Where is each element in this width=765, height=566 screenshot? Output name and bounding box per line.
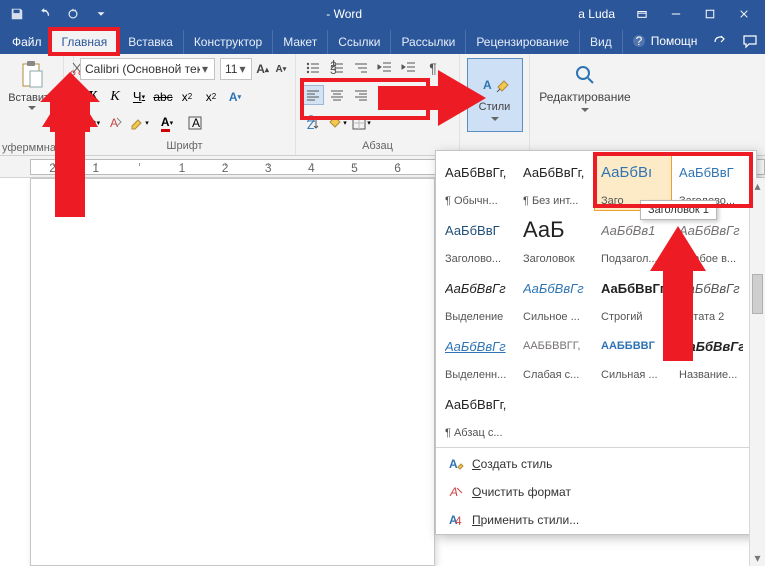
scroll-thumb[interactable] [752, 274, 763, 314]
style-swatch[interactable]: ААББВВГСильная ... [594, 327, 672, 385]
group-clipboard: Вставить [0, 54, 64, 155]
scroll-up-icon[interactable]: ▴ [750, 178, 765, 194]
qat-more-icon[interactable] [88, 2, 114, 26]
style-swatch[interactable]: ААББВВГГ,Слабая с... [516, 327, 594, 385]
style-swatch[interactable]: АаБбВвГг,¶ Без инт... [516, 153, 594, 211]
svg-text:A: A [483, 78, 492, 92]
inc-indent-icon[interactable] [398, 58, 420, 78]
font-color-icon[interactable]: A ▾ [152, 113, 182, 133]
tab-file[interactable]: Файл [2, 30, 52, 54]
italic-icon[interactable]: К [104, 87, 126, 107]
borders-icon[interactable]: ▾ [350, 113, 372, 133]
svg-text:A: A [192, 116, 200, 130]
style-swatch[interactable]: АаБЗаголовок [516, 211, 594, 269]
editing-button[interactable]: Редактирование [537, 58, 632, 118]
group-clip-side [64, 54, 74, 155]
style-swatch[interactable]: АаБбВвГгНазвание... [672, 327, 750, 385]
styles-button[interactable]: A Стили [467, 58, 523, 132]
shrink-font-icon[interactable]: A▾ [273, 59, 289, 79]
svg-text:Z: Z [307, 118, 314, 131]
style-swatch[interactable]: АаБбВвГгЦитата 2 [672, 269, 750, 327]
tab-mailings[interactable]: Рассылки [391, 30, 466, 54]
undo-icon[interactable] [32, 2, 58, 26]
group-paragraph: 123 ¶ AZ ▾ ▾ Абзац [296, 54, 460, 155]
text-effects-icon[interactable]: A▾ [224, 87, 246, 107]
grow-font-icon[interactable]: A▴ [254, 59, 270, 79]
tab-insert[interactable]: Вставка [118, 30, 184, 54]
style-swatch[interactable]: АаБбВвГгСтрогий [594, 269, 672, 327]
comments-icon[interactable] [735, 28, 765, 54]
para-group-label: Абзац [302, 140, 453, 153]
user-name[interactable]: a Luda [574, 7, 625, 21]
ribbon-options-icon[interactable] [625, 0, 659, 28]
ribbon-tabs: Файл Главная Вставка Конструктор Макет С… [0, 28, 765, 54]
svg-text:A: A [449, 485, 458, 499]
svg-text:A: A [110, 116, 118, 130]
highlight-icon[interactable]: ▾ [128, 113, 150, 133]
multilevel-icon[interactable] [350, 58, 372, 78]
tab-design[interactable]: Конструктор [184, 30, 273, 54]
show-marks-icon[interactable]: ¶ [422, 58, 444, 78]
group-editing: Редактирование [530, 54, 640, 155]
tab-layout[interactable]: Макет [273, 30, 328, 54]
group-styles: A Стили [460, 54, 530, 155]
style-swatch[interactable]: АаБбВвГг,¶ Абзац с... [438, 385, 516, 443]
tab-review[interactable]: Рецензирование [466, 30, 580, 54]
scroll-down-icon[interactable]: ▾ [750, 550, 765, 566]
tooltip: Заголовок 1 [640, 200, 717, 220]
ribbon: Вставить Calibri (Основной текст▾ 11▾ A▴… [0, 54, 765, 156]
close-icon[interactable] [727, 0, 761, 28]
tab-view[interactable]: Вид [580, 30, 623, 54]
font-size-combo[interactable]: 11▾ [220, 58, 252, 80]
superscript-icon[interactable]: x2 [200, 87, 222, 107]
strike-icon[interactable]: abc [152, 87, 174, 107]
minimize-icon[interactable] [659, 0, 693, 28]
tab-home[interactable]: Главная [52, 30, 119, 54]
tell-me[interactable]: ?Помощн [623, 33, 706, 49]
vertical-scrollbar[interactable]: ▴ ▾ [749, 178, 765, 566]
save-icon[interactable] [4, 2, 30, 26]
tab-references[interactable]: Ссылки [328, 30, 391, 54]
style-swatch[interactable]: АаБбВвГгВыделение [438, 269, 516, 327]
shading-icon[interactable]: ▾ [326, 113, 348, 133]
style-swatch[interactable]: АаБбВвГгВыделенн... [438, 327, 516, 385]
app-title: - Word [114, 7, 574, 21]
style-swatch[interactable]: АаБбВвГгСильное ... [516, 269, 594, 327]
document-page[interactable] [30, 178, 435, 566]
align-left-icon[interactable] [302, 85, 324, 105]
svg-text:?: ? [635, 34, 642, 48]
paste-button[interactable]: Вставить [6, 58, 57, 112]
underline-icon[interactable]: Ч ▾ [128, 87, 150, 107]
numbering-icon[interactable]: 123 [326, 58, 348, 78]
align-center-icon[interactable] [326, 85, 348, 105]
font-group-label: Шрифт [80, 140, 289, 153]
sort-icon[interactable]: AZ [302, 113, 324, 133]
svg-text:A: A [449, 457, 458, 471]
style-swatch[interactable]: АаБбВвГЗаголово... [438, 211, 516, 269]
change-case-icon[interactable]: Aa▾ [80, 113, 102, 133]
share-icon[interactable] [705, 28, 735, 54]
justify-icon[interactable] [374, 85, 396, 105]
char-border-icon[interactable]: A [184, 113, 206, 133]
menu-create-style[interactable]: AСоздать стиль [436, 450, 756, 478]
bullets-icon[interactable] [302, 58, 324, 78]
subscript-icon[interactable]: x2 [176, 87, 198, 107]
menu-apply-styles[interactable]: A4Применить стили... [436, 506, 756, 534]
bold-icon[interactable]: Ж [80, 87, 102, 107]
redo-icon[interactable] [60, 2, 86, 26]
clear-format-icon[interactable]: A [104, 113, 126, 133]
font-name-combo[interactable]: Calibri (Основной текст▾ [80, 58, 215, 80]
maximize-icon[interactable] [693, 0, 727, 28]
svg-text:4: 4 [455, 514, 462, 528]
group-font: Calibri (Основной текст▾ 11▾ A▴ A▾ Ж К Ч… [74, 54, 296, 155]
line-spacing-icon[interactable] [398, 85, 420, 105]
clipboard-group-label: уферммна [2, 142, 56, 154]
align-right-icon[interactable] [350, 85, 372, 105]
style-swatch[interactable]: АаБбВвГг,¶ Обычн... [438, 153, 516, 211]
titlebar: - Word a Luda [0, 0, 765, 28]
svg-text:3: 3 [330, 63, 337, 76]
dec-indent-icon[interactable] [374, 58, 396, 78]
menu-clear-format[interactable]: AОчистить формат [436, 478, 756, 506]
